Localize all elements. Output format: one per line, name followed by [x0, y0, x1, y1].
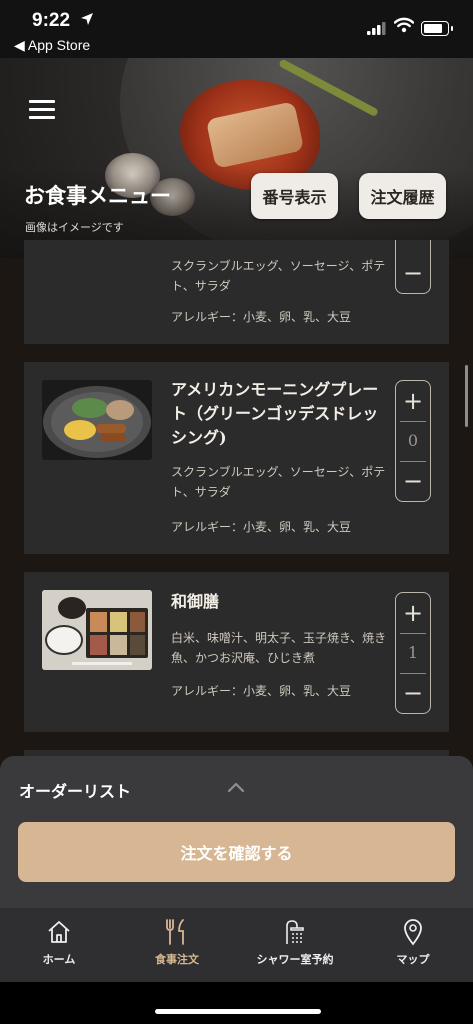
- tab-label: 食事注文: [155, 953, 199, 966]
- menu-item-allergy: アレルギー：小麦、卵、乳、大豆: [171, 520, 352, 534]
- battery-icon: [421, 21, 453, 36]
- decrease-button[interactable]: −: [396, 673, 430, 713]
- menu-item-image: [42, 590, 152, 670]
- tab-home[interactable]: ホーム: [4, 918, 114, 967]
- map-pin-icon: [404, 919, 422, 946]
- order-list-label: オーダーリスト: [19, 782, 132, 801]
- menu-item-name: アメリカンモーニングプレート（グリーンゴッデスドレッシング): [171, 380, 379, 447]
- menu-item-card: スクランブルエッグ、ソーセージ、ポテト、サラダ アレルギー：小麦、卵、乳、大豆 …: [24, 240, 449, 344]
- tab-label: シャワー室予約: [256, 953, 334, 966]
- tab-food-order[interactable]: 食事注文: [122, 918, 232, 967]
- scrollbar[interactable]: [465, 365, 468, 427]
- tab-map[interactable]: マップ: [358, 918, 468, 967]
- confirm-order-button[interactable]: 注文を確認する: [18, 822, 455, 882]
- increase-button[interactable]: +: [396, 593, 430, 633]
- tab-shower-reservation[interactable]: シャワー室予約: [240, 918, 350, 967]
- status-time: 9:22: [32, 10, 71, 31]
- decrease-button[interactable]: −: [396, 461, 430, 501]
- home-indicator[interactable]: [155, 1009, 321, 1014]
- menu-item-card: アメリカンモーニングプレート（グリーンゴッデスドレッシング) スクランブルエッグ…: [24, 362, 449, 554]
- decrease-button[interactable]: −: [396, 253, 430, 293]
- back-to-app-store-link[interactable]: ◀ App Store: [14, 37, 90, 54]
- home-indicator-area: [0, 982, 473, 1024]
- menu-item-allergy: アレルギー：小麦、卵、乳、大豆: [171, 684, 352, 698]
- quantity-stepper: −: [395, 240, 431, 294]
- increase-button[interactable]: +: [396, 381, 430, 421]
- image-disclaimer: 画像はイメージです: [25, 221, 124, 234]
- tab-bar: ホーム 食事注文 シャワー室予約 マップ: [0, 908, 473, 982]
- menu-item-allergy: アレルギー：小麦、卵、乳、大豆: [171, 310, 352, 324]
- order-history-button[interactable]: 注文履歴: [359, 173, 446, 219]
- page-title: お食事メニュー: [24, 183, 171, 208]
- shower-icon: [286, 920, 304, 944]
- utensils-icon: [166, 919, 184, 945]
- menu-item-card: 和御膳 白米、味噌汁、明太子、玉子焼き、焼き魚、かつお沢庵、ひじき煮 アレルギー…: [24, 572, 449, 732]
- status-bar: 9:22 ◀ App Store: [0, 0, 473, 58]
- menu-list[interactable]: スクランブルエッグ、ソーセージ、ポテト、サラダ アレルギー：小麦、卵、乳、大豆 …: [0, 240, 473, 760]
- hamburger-menu-icon[interactable]: [29, 100, 55, 120]
- quantity-stepper: + 1 −: [395, 592, 431, 714]
- order-list-sheet: オーダーリスト 注文を確認する: [0, 756, 473, 908]
- location-arrow-icon: [81, 13, 93, 25]
- home-icon: [48, 921, 70, 943]
- tab-label: マップ: [396, 953, 430, 966]
- tab-label: ホーム: [42, 953, 76, 966]
- menu-item-image: [42, 380, 152, 460]
- chevron-up-icon[interactable]: [226, 780, 246, 794]
- wifi-icon: [394, 17, 414, 33]
- menu-item-description: 白米、味噌汁、明太子、玉子焼き、焼き魚、かつお沢庵、ひじき煮: [171, 631, 387, 665]
- quantity-value: 1: [407, 643, 419, 662]
- menu-item-name: 和御膳: [171, 592, 220, 611]
- quantity-stepper: + 0 −: [395, 380, 431, 502]
- cellular-signal-icon: [367, 22, 386, 35]
- menu-item-description: スクランブルエッグ、ソーセージ、ポテト、サラダ: [171, 259, 386, 293]
- quantity-value: 0: [407, 431, 419, 450]
- number-display-button[interactable]: 番号表示: [251, 173, 338, 219]
- menu-item-description: スクランブルエッグ、ソーセージ、ポテト、サラダ: [171, 465, 386, 499]
